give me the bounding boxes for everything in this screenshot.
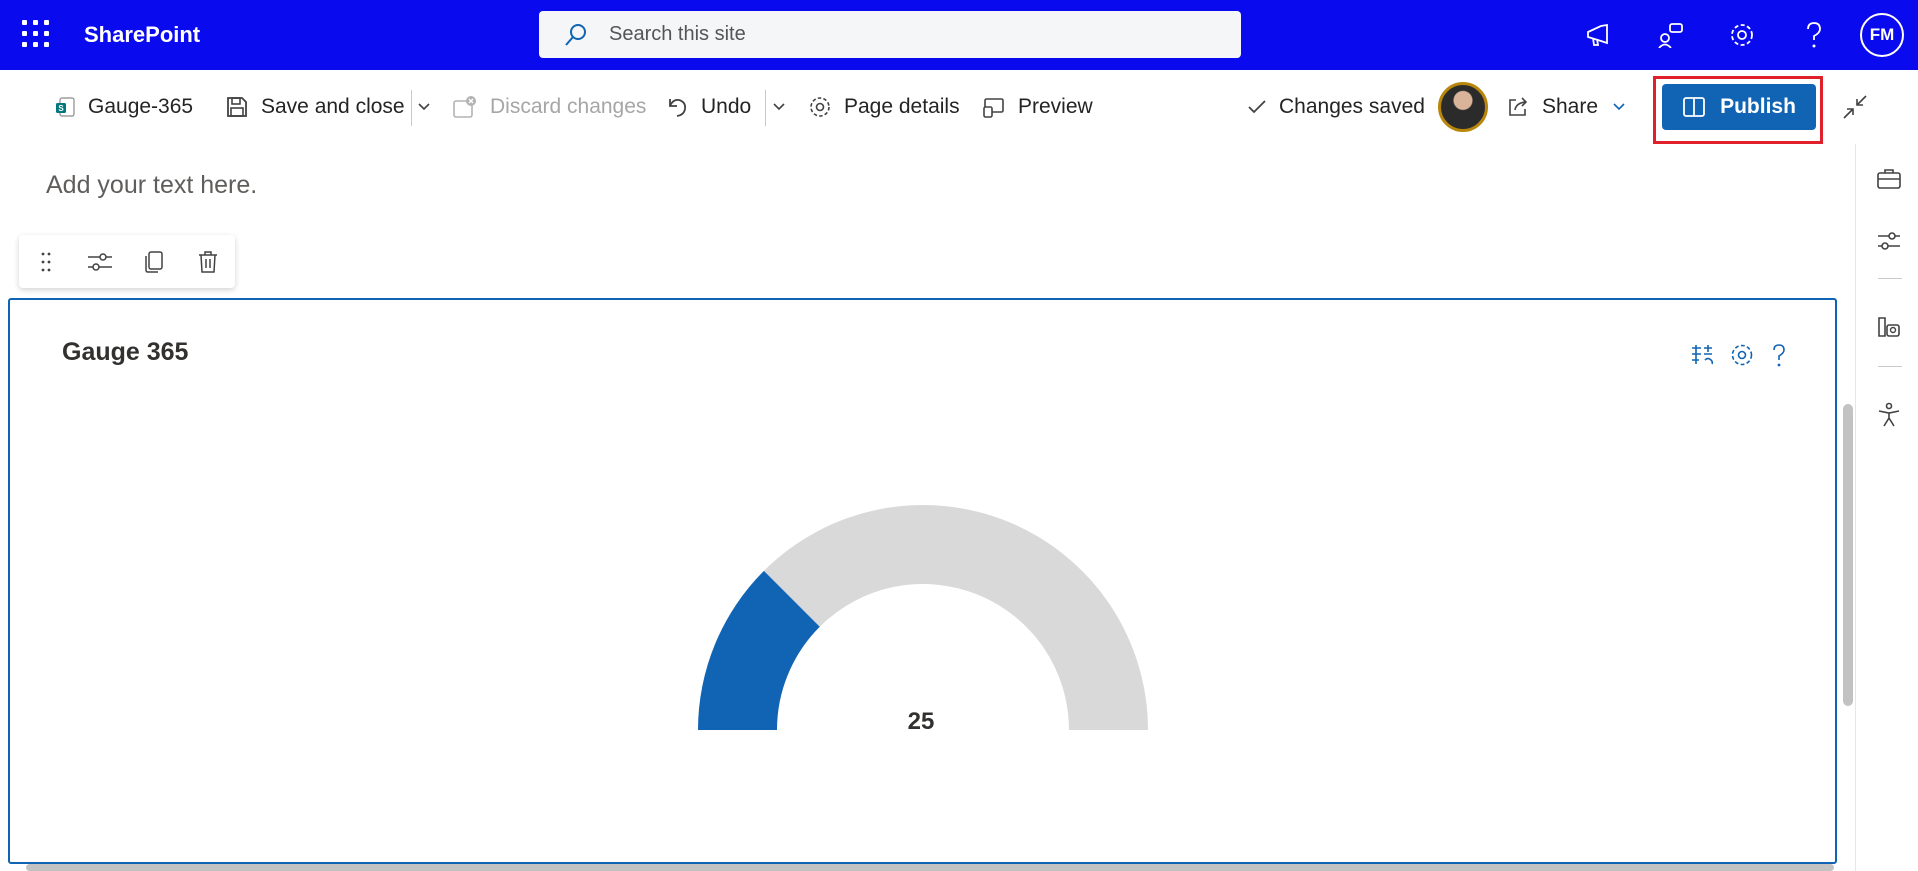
gear-icon [810,97,830,117]
save-icon [227,97,247,117]
undo-label: Undo [701,95,752,118]
duplicate-icon[interactable] [127,235,181,288]
discard-changes-label: Discard changes [490,95,647,118]
right-rail [1855,144,1918,871]
chevron-down-icon [773,103,785,111]
command-bar: S Gauge-365 Save and close Discard chang… [0,70,1918,144]
search-input[interactable]: Search this site [609,23,746,46]
save-close-label: Save and close [261,95,405,118]
drag-handle-icon[interactable] [19,235,73,288]
horizontal-scrollbar[interactable] [26,864,1834,871]
share-icon [1509,97,1528,116]
vertical-scrollbar[interactable] [1843,404,1853,706]
accessibility-icon[interactable] [1876,402,1902,428]
app-name[interactable]: SharePoint [84,22,200,48]
app-launcher-icon[interactable] [20,18,50,48]
checkmark-icon [1248,100,1266,114]
collapse-button[interactable] [1842,88,1880,126]
delete-icon[interactable] [181,235,235,288]
suite-bar: SharePoint Search this site FM [0,0,1918,70]
share-label: Share [1542,95,1599,118]
save-close-button[interactable]: Save and close [225,88,405,126]
help-icon[interactable] [1778,13,1850,57]
preview-icon [983,98,1004,118]
sharepoint-page-icon: S [56,97,75,117]
undo-icon [669,98,687,117]
page-details-label: Page details [844,95,960,118]
gauge-track [763,505,1148,730]
toolbox-icon[interactable] [1876,166,1902,192]
save-options-dropdown[interactable] [417,88,443,126]
undo-options-dropdown[interactable] [772,88,798,126]
page-name-button[interactable]: S Gauge-365 [54,88,193,126]
edit-properties-icon[interactable] [73,235,127,288]
chevron-down-icon [418,103,430,111]
publish-label: Publish [1720,95,1796,118]
user-profile-photo[interactable] [1438,82,1488,132]
save-status-label: Changes saved [1279,95,1425,118]
gauge-webpart[interactable]: Gauge 365 25 [8,298,1837,864]
feedback-icon[interactable] [1634,13,1706,57]
undo-button[interactable]: Undo [665,88,751,126]
search-box[interactable]: Search this site [539,11,1241,58]
chevron-down-icon [1613,103,1625,111]
user-avatar[interactable]: FM [1860,13,1904,57]
svg-text:S: S [58,104,64,113]
page-name-label: Gauge-365 [88,95,194,118]
megaphone-icon[interactable] [1562,13,1634,57]
search-icon [565,23,586,46]
publish-button[interactable]: Publish [1662,84,1816,130]
design-ideas-icon[interactable] [1876,314,1902,340]
text-placeholder[interactable]: Add your text here. [46,171,257,200]
discard-changes-button[interactable]: Discard changes [452,88,646,126]
share-options-dropdown[interactable] [1612,88,1638,126]
gauge-value-label: 25 [908,708,935,735]
book-icon [1683,97,1705,117]
webpart-toolbar [19,235,235,288]
discard-icon [453,96,476,118]
preview-button[interactable]: Preview [982,88,1093,126]
preview-label: Preview [1018,95,1093,118]
save-status: Changes saved [1247,88,1425,126]
page-details-button[interactable]: Page details [808,88,960,126]
gear-icon[interactable] [1706,13,1778,57]
collapse-icon [1843,95,1867,119]
sliders-icon[interactable] [1876,228,1902,254]
share-button[interactable]: Share [1506,88,1598,126]
gauge-chart: 25 [698,505,1148,735]
